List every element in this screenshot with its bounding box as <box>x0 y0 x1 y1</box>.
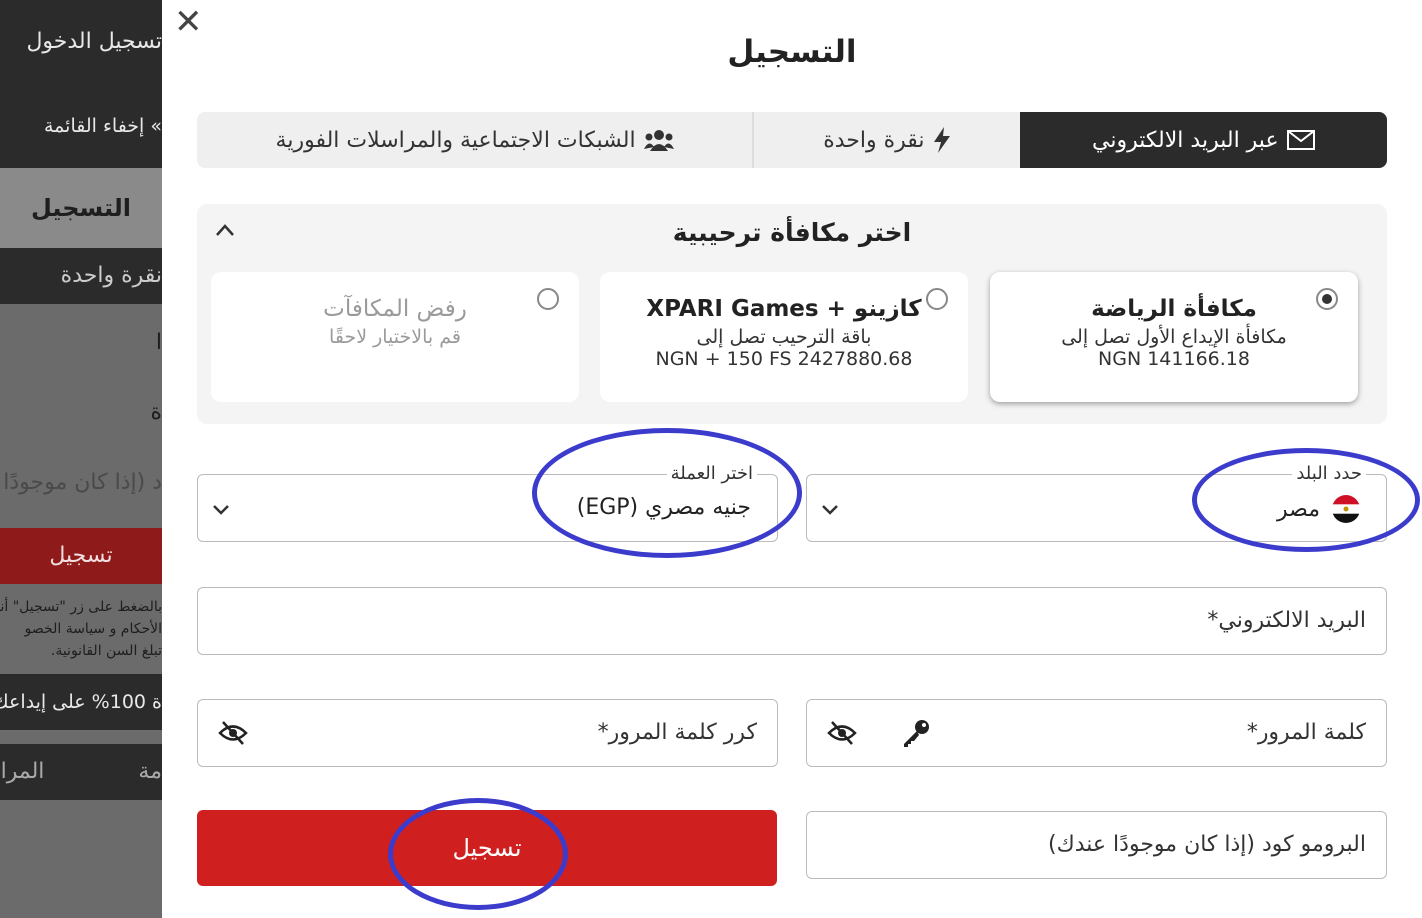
bonus-radio-casino[interactable] <box>926 288 948 310</box>
bonus-card-desc: مكافأة الإيداع الأول تصل إلى <box>1061 326 1287 348</box>
tab-email[interactable]: عبر البريد الالكتروني <box>1019 112 1387 168</box>
bg-line1: ا <box>0 330 162 360</box>
bg-bottom-tab-b: مة <box>138 759 162 784</box>
bonus-card-title: رفض المكافآت <box>323 296 467 322</box>
chevron-up-icon[interactable] <box>215 218 235 243</box>
bonus-radio-decline[interactable] <box>537 288 559 310</box>
registration-tabs: عبر البريد الالكتروني نقرة واحدة الشبكات… <box>197 112 1387 168</box>
bg-one-click-text: نقرة واحدة <box>60 263 162 288</box>
bonus-card-decline[interactable]: رفض المكافآت قم بالاختيار لاحقًا <box>211 272 579 402</box>
eye-slash-icon[interactable] <box>827 720 857 750</box>
eye-slash-icon[interactable] <box>218 720 248 750</box>
bg-terms-2: الأحكام و سياسة الخصو <box>0 618 162 640</box>
bg-one-click: نقرة واحدة <box>0 248 162 304</box>
bg-bottom-tabs: مة المراه <box>0 744 162 800</box>
password-field[interactable]: كلمة المرور* <box>806 699 1387 767</box>
key-icon[interactable] <box>901 718 931 752</box>
currency-value: جنيه مصري (EGP) <box>576 495 751 520</box>
bg-bonus-strip: ة 100% على إيداعك <box>0 674 162 730</box>
password-repeat-label: كرر كلمة المرور* <box>597 720 757 745</box>
tab-one-click[interactable]: نقرة واحدة <box>752 112 1020 168</box>
country-value-wrap: مصر <box>1277 495 1360 523</box>
tab-one-click-label: نقرة واحدة <box>823 127 925 153</box>
country-label: حدد البلد <box>1292 463 1366 484</box>
bg-terms-1: بالضغط على زر "تسجيل" أنك <box>0 596 162 618</box>
country-value: مصر <box>1276 496 1320 522</box>
promo-code-label: البرومو كود (إذا كان موجودًا عندك) <box>1048 832 1366 857</box>
users-icon <box>643 130 674 151</box>
envelope-icon <box>1286 130 1315 150</box>
register-submit-button[interactable]: تسجيل <box>197 810 777 886</box>
bg-register-text: تسجيل <box>49 543 113 568</box>
bonus-card-casino[interactable]: كازينو + XPARI Games باقة الترحيب تصل إل… <box>600 272 968 402</box>
bg-promo-text: د (إذا كان موجودًا <box>3 470 162 495</box>
bg-bottom-tab-a: المراه <box>0 759 45 784</box>
bg-terms-3: تبلغ السن القانونية. <box>0 640 162 662</box>
bg-promo: د (إذا كان موجودًا <box>0 470 162 504</box>
bonus-card-amount: NGN + 150 FS 2427880.68 <box>655 348 913 370</box>
promo-code-field[interactable]: البرومو كود (إذا كان موجودًا عندك) <box>806 811 1387 879</box>
bg-top-bar: تسجيل الدخول <box>0 0 162 84</box>
currency-select[interactable]: اختر العملة جنيه مصري (EGP) <box>197 463 778 542</box>
tab-social[interactable]: الشبكات الاجتماعية والمراسلات الفورية <box>197 112 752 168</box>
bonus-title: اختر مكافأة ترحيبية <box>672 218 912 247</box>
bonus-card-title: كازينو + XPARI Games <box>646 296 922 322</box>
welcome-bonus-section: اختر مكافأة ترحيبية مكافأة الرياضة مكافأ… <box>197 204 1387 424</box>
tab-email-label: عبر البريد الالكتروني <box>1092 127 1279 153</box>
bonus-card-desc: قم بالاختيار لاحقًا <box>329 326 461 348</box>
bg-line2: ة <box>0 400 162 430</box>
background-page: تسجيل الدخول » إخفاء القائمة التسجيل نقر… <box>0 0 162 918</box>
bg-register-button: تسجيل <box>0 528 162 584</box>
bonus-radio-sports[interactable] <box>1316 288 1338 310</box>
chevron-down-icon <box>212 497 230 521</box>
bg-hide-menu-text: » إخفاء القائمة <box>44 115 162 137</box>
bg-hide-menu: » إخفاء القائمة <box>0 84 162 168</box>
password-repeat-field[interactable]: كرر كلمة المرور* <box>197 699 778 767</box>
bonus-card-desc: باقة الترحيب تصل إلى <box>696 326 872 348</box>
bg-line2-text: ة <box>150 400 162 425</box>
tab-social-label: الشبكات الاجتماعية والمراسلات الفورية <box>275 127 636 153</box>
lightning-icon <box>933 127 950 153</box>
bg-terms-2-text: الأحكام و سياسة الخصو <box>24 621 162 637</box>
bonus-card-title: مكافأة الرياضة <box>1091 296 1257 322</box>
bonus-card-sports[interactable]: مكافأة الرياضة مكافأة الإيداع الأول تصل … <box>990 272 1358 402</box>
currency-label: اختر العملة <box>666 463 757 484</box>
bg-login-text: تسجيل الدخول <box>26 29 162 54</box>
registration-modal: ✕ التسجيل عبر البريد الالكتروني نقرة واح… <box>162 0 1422 918</box>
bonus-card-amount: NGN 141166.18 <box>1098 348 1250 370</box>
password-label: كلمة المرور* <box>1246 720 1366 745</box>
modal-title: التسجيل <box>727 34 857 70</box>
chevron-down-icon <box>821 497 839 521</box>
egypt-flag-icon <box>1332 495 1360 523</box>
country-select[interactable]: حدد البلد مصر <box>806 463 1387 542</box>
bg-heading: التسجيل <box>0 168 162 248</box>
bg-terms-1-text: بالضغط على زر "تسجيل" أنك <box>0 599 162 615</box>
email-label: البريد الالكتروني* <box>1207 608 1366 633</box>
email-field[interactable]: البريد الالكتروني* <box>197 587 1387 655</box>
bg-bonus-strip-text: ة 100% على إيداعك <box>0 691 162 713</box>
bg-heading-text: التسجيل <box>31 194 131 222</box>
bg-terms-3-text: تبلغ السن القانونية. <box>50 643 162 659</box>
